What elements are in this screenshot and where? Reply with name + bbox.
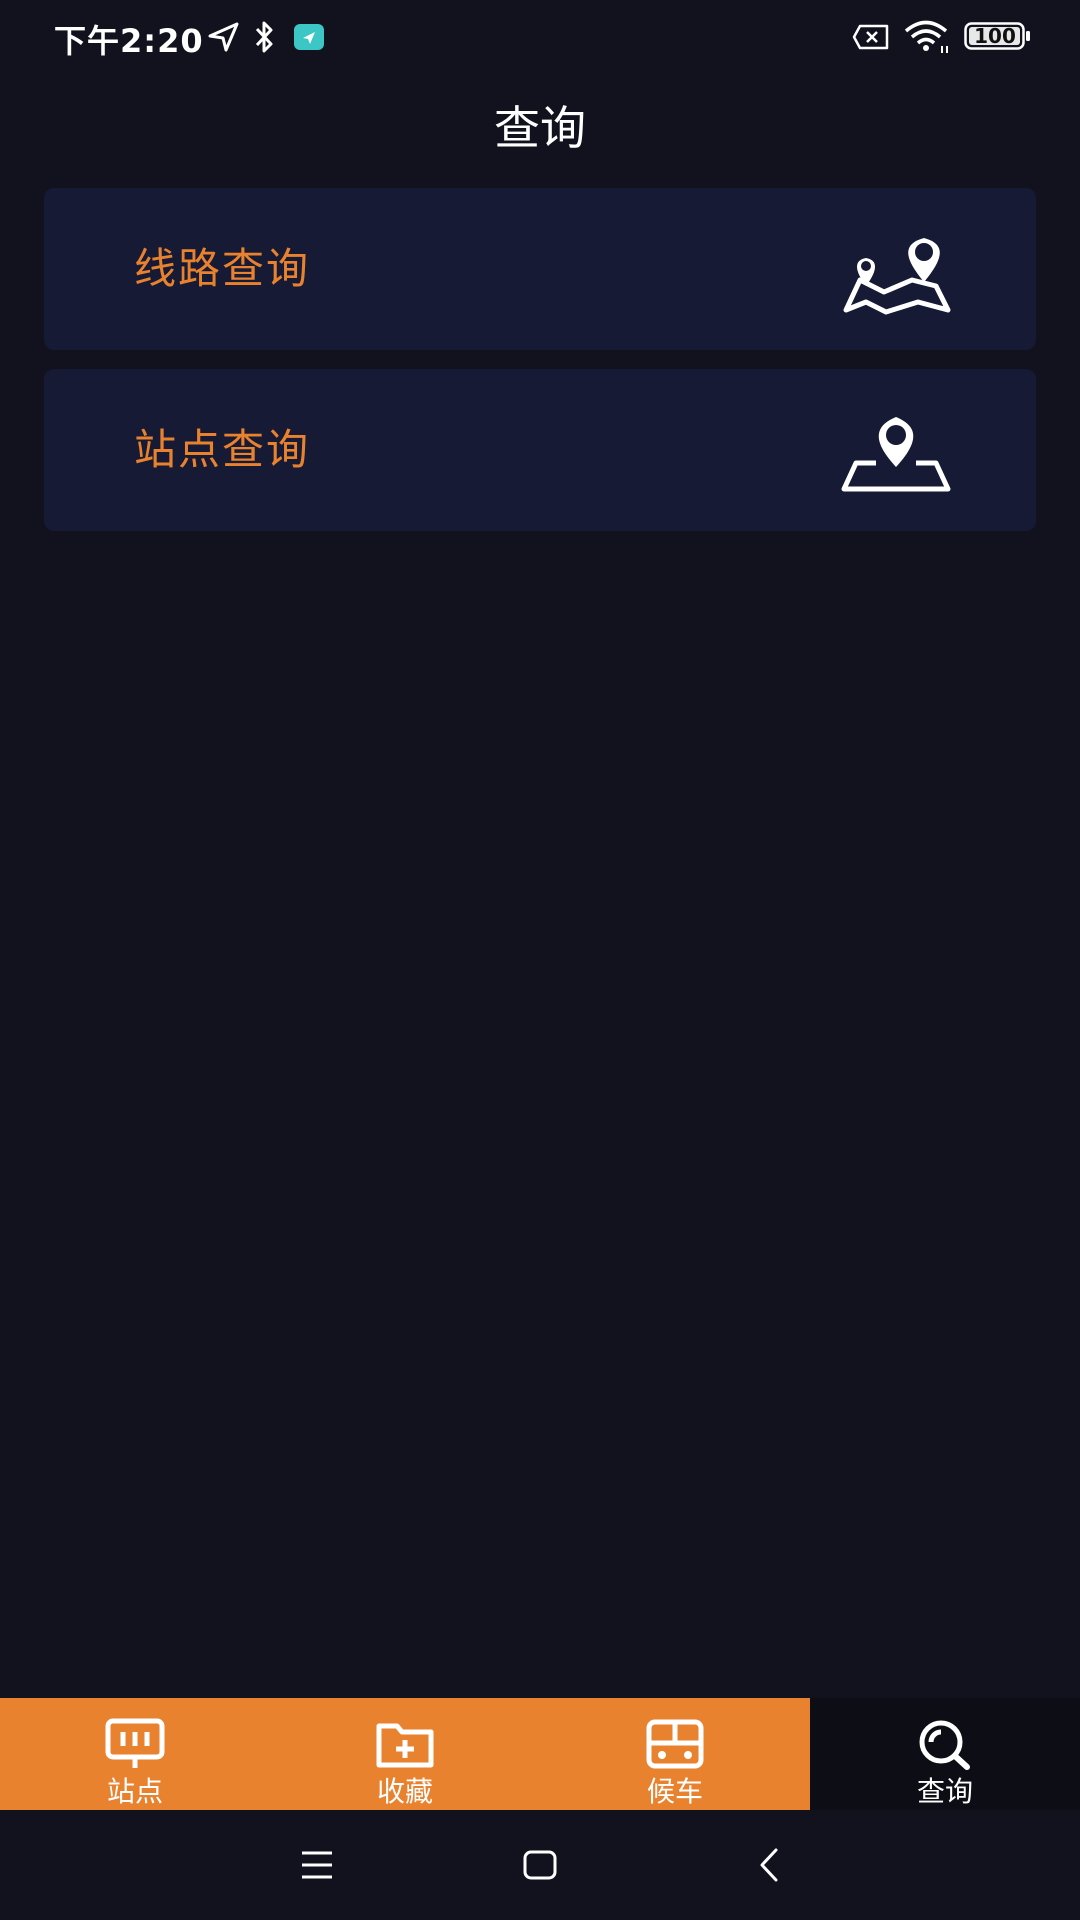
tab-station-label: 站点 [106, 1775, 163, 1808]
status-time: 下午2:20 [54, 22, 204, 60]
location-arrow-icon [208, 22, 239, 52]
battery-level: 100 [974, 24, 1016, 48]
menu-icon[interactable] [292, 1840, 342, 1890]
station-pin-icon [841, 417, 951, 492]
page-title: 查询 [494, 101, 586, 155]
wifi-icon [904, 20, 948, 53]
bottom-nav: 站点 收藏 候车 查询 [0, 1698, 1080, 1810]
battery-icon: 100 [964, 22, 1032, 50]
tab-query-label: 查询 [916, 1775, 973, 1808]
no-sim-icon [852, 24, 889, 50]
search-icon [919, 1720, 970, 1770]
station-query-label: 站点查询 [134, 425, 311, 474]
bus-icon [646, 1719, 704, 1769]
tab-favorites[interactable]: 收藏 [270, 1698, 540, 1810]
tab-query[interactable]: 查询 [810, 1698, 1080, 1810]
station-query-card[interactable]: 站点查询 [44, 369, 1036, 531]
favorite-folder-icon [376, 1723, 434, 1768]
home-icon[interactable] [515, 1840, 565, 1890]
tab-waiting[interactable]: 候车 [540, 1698, 810, 1810]
tab-waiting-label: 候车 [646, 1775, 703, 1808]
station-sign-icon [105, 1718, 165, 1768]
back-icon[interactable] [745, 1840, 795, 1890]
tab-station[interactable]: 站点 [0, 1698, 270, 1810]
route-query-card[interactable]: 线路查询 [44, 188, 1036, 350]
bluetooth-icon [255, 21, 273, 53]
navigation-app-icon [294, 24, 324, 50]
route-query-label: 线路查询 [134, 244, 311, 293]
tab-favorites-label: 收藏 [376, 1775, 433, 1808]
route-map-icon [843, 238, 951, 315]
system-nav-bar [0, 1810, 1080, 1920]
status-bar: 下午2:20 100 [0, 0, 1080, 74]
app-screen: 下午2:20 100 查询 线路查询 站点查询 站点 收藏 候车 查询 [0, 0, 1080, 1920]
